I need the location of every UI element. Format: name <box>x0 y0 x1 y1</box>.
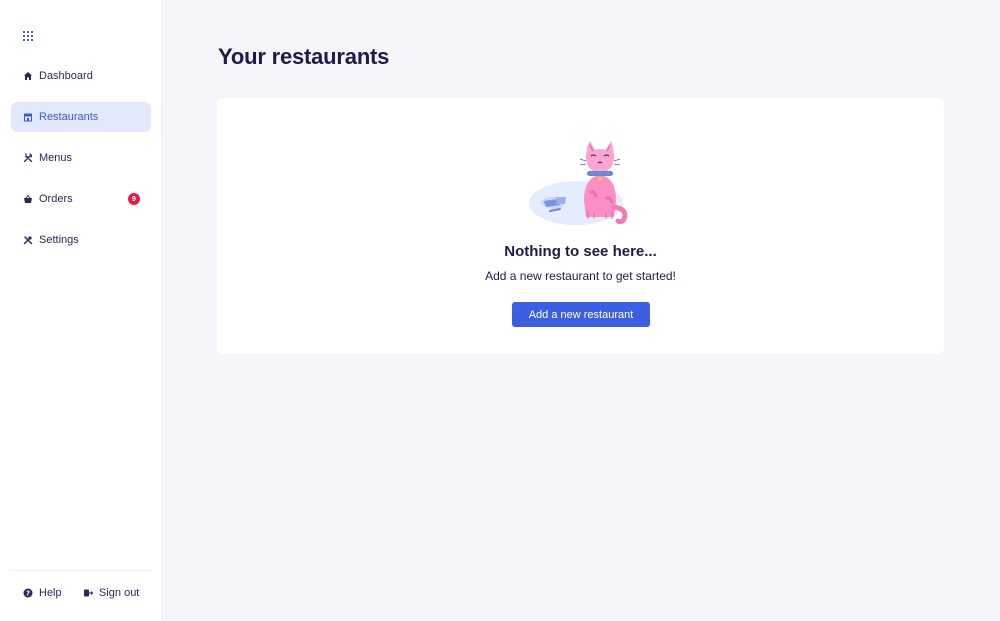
grid-icon[interactable] <box>23 31 33 41</box>
sidebar: Dashboard Restaurants Menus Orders 9 Set… <box>0 0 162 621</box>
sign-out-icon <box>83 588 93 598</box>
sad-cat-illustration <box>529 141 628 225</box>
sidebar-item-label: Settings <box>39 234 79 246</box>
empty-state-subtitle: Add a new restaurant to get started! <box>485 269 676 283</box>
sidebar-item-label: Menus <box>39 152 73 164</box>
sidebar-item-label: Orders <box>39 193 73 205</box>
add-restaurant-button[interactable]: Add a new restaurant <box>512 302 650 327</box>
tools-icon <box>23 235 33 245</box>
help-label: Help <box>39 587 62 599</box>
home-icon <box>23 71 33 81</box>
basket-icon <box>23 194 33 204</box>
svg-text:?: ? <box>26 590 30 598</box>
utensils-icon <box>23 153 33 163</box>
sign-out-label: Sign out <box>99 587 140 599</box>
sidebar-nav: Dashboard Restaurants Menus Orders 9 Set… <box>11 61 151 266</box>
storefront-icon <box>23 112 33 122</box>
sidebar-footer: ? Help Sign out <box>11 570 151 621</box>
sidebar-item-label: Dashboard <box>39 70 93 82</box>
empty-state-card: Nothing to see here... Add a new restaur… <box>217 98 944 354</box>
sidebar-item-dashboard[interactable]: Dashboard <box>11 61 151 91</box>
sidebar-item-restaurants[interactable]: Restaurants <box>11 102 151 132</box>
sign-out-link[interactable]: Sign out <box>83 587 139 599</box>
help-icon: ? <box>23 588 33 598</box>
orders-count-badge: 9 <box>128 193 140 205</box>
empty-state-title: Nothing to see here... <box>504 243 657 260</box>
sidebar-item-settings[interactable]: Settings <box>11 225 151 255</box>
sidebar-item-menus[interactable]: Menus <box>11 143 151 173</box>
help-link[interactable]: ? Help <box>23 587 62 599</box>
sidebar-item-label: Restaurants <box>39 111 99 123</box>
sidebar-item-orders[interactable]: Orders 9 <box>11 184 151 214</box>
page-title: Your restaurants <box>218 44 390 69</box>
